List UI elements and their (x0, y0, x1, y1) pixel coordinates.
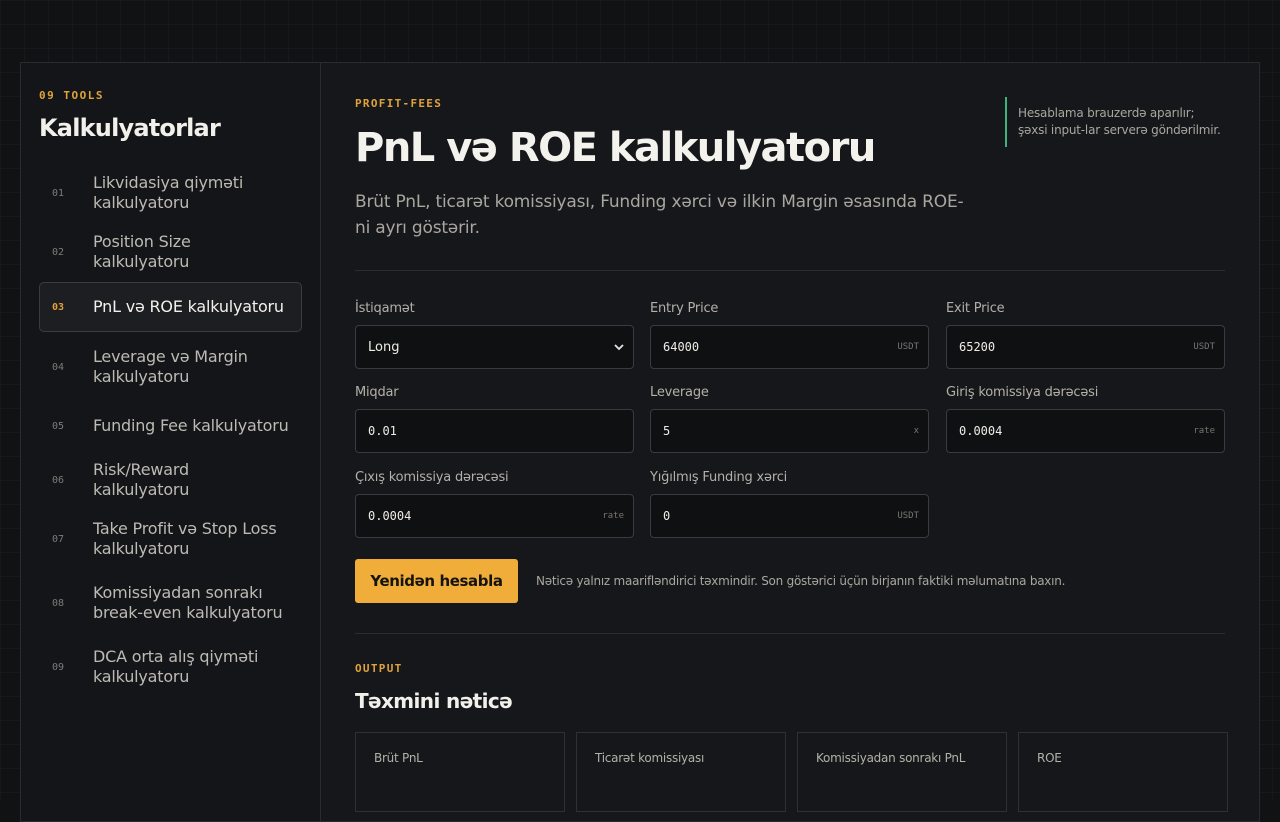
unit-label: USDT (897, 342, 919, 352)
sidebar-item-number: 09 (52, 661, 65, 673)
exit-price-field: Exit Price 65200 USDT (946, 300, 1225, 369)
sidebar-item-label: PnL və ROE kalkulyatoru (93, 296, 284, 316)
entry-fee-input-box[interactable]: 0.0004 rate (946, 409, 1225, 453)
result-cards: Brüt PnL Ticarət komissiyası Komissiyada… (355, 732, 1228, 812)
unit-label: x (913, 426, 919, 436)
sidebar-item-number: 04 (52, 361, 65, 373)
exit-fee-input-box[interactable]: 0.0004 rate (355, 494, 634, 538)
entry-price-input[interactable]: 64000 (663, 340, 897, 354)
sidebar-item-number: 03 (52, 301, 65, 313)
result-card-gross-pnl: Brüt PnL (355, 732, 565, 812)
sidebar-kicker: 09 TOOLS (39, 89, 104, 102)
sidebar-title: Kalkulyatorlar (39, 114, 221, 142)
sidebar-item-label: Risk/Reward kalkulyatoru (93, 459, 190, 500)
entry-price-input-box[interactable]: 64000 USDT (650, 325, 929, 369)
result-card-trading-fee: Ticarət komissiyası (576, 732, 786, 812)
entry-fee-input[interactable]: 0.0004 (959, 424, 1193, 438)
sidebar-item-label: Likvidasiya qiyməti kalkulyatoru (93, 172, 244, 213)
funding-input-box[interactable]: 0 USDT (650, 494, 929, 538)
sidebar-item-label: Leverage və Margin kalkulyatoru (93, 346, 248, 387)
exit-price-input-box[interactable]: 65200 USDT (946, 325, 1225, 369)
disclaimer-note: Nəticə yalnız maarifləndirici təxmindir.… (536, 574, 1066, 588)
sidebar-item-break-even[interactable]: 08 Komissiyadan sonrakı break-even kalku… (39, 574, 302, 632)
result-card-label: Komissiyadan sonrakı PnL (816, 751, 966, 765)
sidebar-item-label: Komissiyadan sonrakı break-even kalkulya… (93, 582, 283, 623)
sidebar-item-number: 08 (52, 597, 65, 609)
divider (355, 633, 1225, 634)
sidebar: 09 TOOLS Kalkulyatorlar 01 Likvidasiya q… (21, 63, 321, 821)
field-label: Exit Price (946, 301, 1005, 316)
privacy-note: Hesablama brauzerdə aparılır; şəxsi inpu… (1005, 97, 1225, 147)
main-panel: PROFIT-FEES PnL və ROE kalkulyatoru Brüt… (321, 63, 1259, 821)
direction-field: İstiqamət Long (355, 300, 634, 369)
leverage-input[interactable]: 5 (663, 424, 914, 438)
page-title: PnL və ROE kalkulyatoru (355, 125, 876, 171)
sidebar-item-number: 01 (52, 187, 65, 199)
output-kicker: OUTPUT (355, 662, 403, 675)
result-card-roe: ROE (1018, 732, 1228, 812)
sidebar-item-pnl-roe[interactable]: 03 PnL və ROE kalkulyatoru (39, 282, 302, 332)
result-card-label: ROE (1037, 751, 1062, 765)
divider (355, 270, 1225, 271)
result-card-net-pnl: Komissiyadan sonrakı PnL (797, 732, 1007, 812)
sidebar-item-number: 05 (52, 420, 65, 432)
chevron-down-icon (614, 340, 624, 354)
exit-fee-field: Çıxış komissiya dərəcəsi 0.0004 rate (355, 469, 634, 538)
sidebar-item-label: Funding Fee kalkulyatoru (93, 415, 289, 435)
entry-fee-field: Giriş komissiya dərəcəsi 0.0004 rate (946, 384, 1225, 453)
leverage-field: Leverage 5 x (650, 384, 929, 453)
quantity-input-box[interactable]: 0.01 (355, 409, 634, 453)
unit-label: USDT (1193, 342, 1215, 352)
sidebar-item-label: DCA orta alış qiyməti kalkulyatoru (93, 646, 259, 687)
sidebar-item-number: 07 (52, 533, 65, 545)
sidebar-item-number: 06 (52, 474, 65, 486)
result-card-label: Brüt PnL (374, 751, 423, 765)
unit-label: USDT (897, 511, 919, 521)
exit-fee-input[interactable]: 0.0004 (368, 509, 602, 523)
sidebar-item-funding-fee[interactable]: 05 Funding Fee kalkulyatoru (39, 402, 302, 450)
exit-price-input[interactable]: 65200 (959, 340, 1193, 354)
quantity-input[interactable]: 0.01 (368, 424, 624, 438)
sidebar-item-label: Take Profit və Stop Loss kalkulyatoru (93, 518, 277, 559)
field-label: Çıxış komissiya dərəcəsi (355, 470, 509, 485)
recalculate-button[interactable]: Yenidən hesabla (355, 559, 518, 603)
field-label: Leverage (650, 385, 709, 400)
sidebar-item-label: Position Size kalkulyatoru (93, 231, 191, 272)
entry-price-field: Entry Price 64000 USDT (650, 300, 929, 369)
sidebar-item-number: 02 (52, 246, 65, 258)
sidebar-item-liquidation[interactable]: 01 Likvidasiya qiyməti kalkulyatoru (39, 164, 302, 222)
sidebar-item-dca[interactable]: 09 DCA orta alış qiyməti kalkulyatoru (39, 638, 302, 696)
output-title: Təxmini nəticə (355, 689, 513, 713)
sidebar-item-leverage-margin[interactable]: 04 Leverage və Margin kalkulyatoru (39, 338, 302, 396)
unit-label: rate (1193, 426, 1215, 436)
field-label: Yığılmış Funding xərci (650, 470, 788, 485)
sidebar-item-tp-sl[interactable]: 07 Take Profit və Stop Loss kalkulyatoru (39, 510, 302, 568)
direction-select[interactable]: Long (355, 325, 634, 369)
direction-select-value: Long (368, 339, 400, 355)
page-description: Brüt PnL, ticarət komissiyası, Funding x… (355, 192, 964, 238)
quantity-field: Miqdar 0.01 (355, 384, 634, 453)
action-row: Yenidən hesabla Nəticə yalnız maariflənd… (355, 559, 1065, 603)
app-shell: 09 TOOLS Kalkulyatorlar 01 Likvidasiya q… (20, 62, 1260, 822)
sidebar-nav: 01 Likvidasiya qiyməti kalkulyatoru 02 P… (39, 164, 302, 696)
field-label: Giriş komissiya dərəcəsi (946, 385, 1099, 400)
result-card-label: Ticarət komissiyası (595, 751, 705, 765)
leverage-input-box[interactable]: 5 x (650, 409, 929, 453)
sidebar-item-position-size[interactable]: 02 Position Size kalkulyatoru (39, 228, 302, 276)
field-label: Entry Price (650, 301, 719, 316)
funding-field: Yığılmış Funding xərci 0 USDT (650, 469, 929, 538)
unit-label: rate (602, 511, 624, 521)
field-label: İstiqamət (355, 301, 415, 316)
field-label: Miqdar (355, 385, 399, 400)
funding-input[interactable]: 0 (663, 509, 897, 523)
page-kicker: PROFIT-FEES (355, 97, 443, 110)
sidebar-item-risk-reward[interactable]: 06 Risk/Reward kalkulyatoru (39, 456, 302, 504)
